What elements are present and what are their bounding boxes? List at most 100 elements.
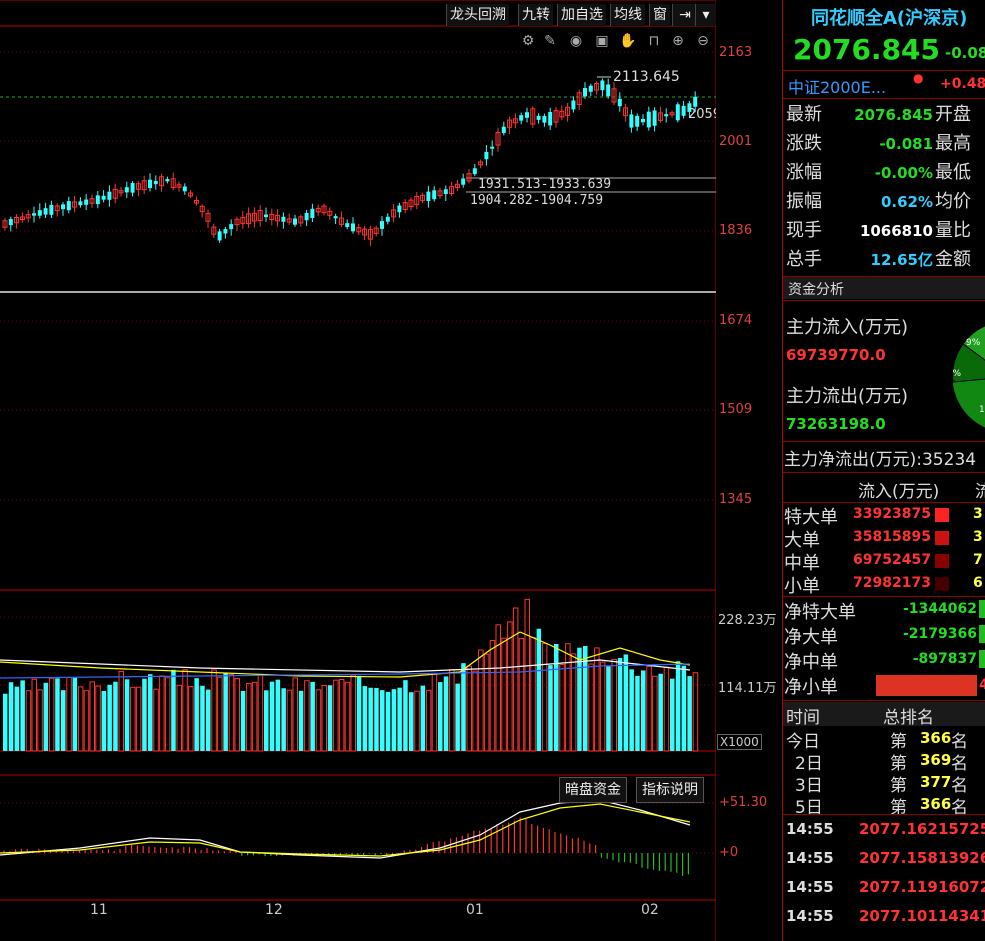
indicator-help-button[interactable]: 指标说明 — [636, 777, 704, 803]
volume-bar — [118, 670, 124, 752]
price-axis-label: 1345 — [719, 492, 753, 507]
candle-body — [37, 210, 42, 216]
candle-body — [223, 229, 228, 234]
dropdown-arrow-icon[interactable]: ▾ — [695, 4, 716, 26]
volume-bar — [420, 685, 426, 751]
volume-bar — [641, 670, 646, 751]
volume-bar — [681, 665, 687, 751]
volume-bar — [228, 673, 235, 752]
kline-chart-area[interactable]: 龙头回溯 九转 加自选 均线 窗 ⇥ ▾ ⚙ ✎ ◉ ▣ ✋ ⊓ ⊕ ⊖ 211… — [0, 0, 716, 941]
volume-bar — [194, 678, 199, 751]
candle-body — [8, 219, 13, 226]
net-label: 净特大单 — [784, 602, 856, 623]
volume-bar — [240, 690, 246, 751]
hand-icon[interactable]: ✋ — [619, 32, 637, 50]
stat-value: -0.081 — [879, 135, 933, 153]
btn-ma-line[interactable]: 均线 — [610, 4, 645, 26]
btn-longtou[interactable]: 龙头回溯 — [446, 4, 509, 26]
volume-bar — [264, 690, 269, 751]
volume-bar — [321, 684, 327, 752]
candle-body — [43, 208, 48, 215]
candle-body — [148, 179, 152, 189]
volume-bar — [292, 677, 298, 752]
volume-bar — [565, 643, 571, 752]
price-axis: 2163 2001 1836 1674 1509 1345 228.23万 11… — [716, 0, 780, 941]
volume-bar — [8, 682, 14, 751]
tick-time: 14:55 — [786, 849, 834, 867]
indicator-axis-label: +0 — [719, 845, 739, 860]
volume-bar — [518, 637, 525, 752]
rank-header-time: 时间 — [786, 708, 820, 728]
dark-fund-button[interactable]: 暗盘资金 — [559, 777, 627, 803]
volume-bar — [251, 681, 258, 752]
net-bar — [979, 650, 985, 668]
candle-body — [380, 221, 384, 229]
volume-bar — [275, 679, 281, 751]
right-annotation: 2059 — [688, 107, 716, 122]
volume-bar — [286, 689, 293, 752]
volume-bar — [652, 675, 658, 752]
volume-bar — [55, 678, 60, 751]
candle-body — [182, 186, 187, 192]
sub-index-link[interactable]: 中证2000E... — [788, 74, 886, 98]
btn-window[interactable]: 窗 — [649, 4, 670, 26]
gear-icon[interactable]: ⚙ — [519, 32, 537, 50]
volume-bar — [159, 675, 165, 752]
volume-bar — [507, 621, 513, 752]
eye-icon[interactable]: ◉ — [567, 32, 585, 50]
volume-multiplier[interactable]: X1000 — [717, 734, 762, 750]
outflow-label: 主力流出(万元) — [786, 386, 909, 407]
volume-bar — [391, 689, 397, 751]
flow-bar — [935, 508, 949, 522]
volume-bar — [397, 687, 402, 751]
btn-jiuzhuan[interactable]: 九转 — [518, 4, 553, 26]
btn-add-favorite[interactable]: 加自选 — [557, 4, 606, 26]
volume-bar — [304, 680, 310, 752]
export-icon[interactable]: ⇥ — [672, 4, 697, 26]
candle-body — [606, 84, 611, 97]
lock-icon[interactable]: ▣ — [593, 32, 611, 50]
stat-value: 2076.845 — [854, 106, 933, 124]
volume-bar — [182, 669, 188, 752]
candle-body — [345, 223, 350, 227]
volume-bar — [298, 690, 304, 751]
stat-right-label: 最低 — [935, 162, 971, 183]
volume-bar — [14, 686, 20, 751]
candle-body — [61, 204, 65, 210]
volume-bar — [629, 669, 634, 751]
candle-body — [484, 151, 489, 160]
rank-number: 377 — [920, 773, 952, 791]
candle-body — [130, 183, 135, 193]
net-label: 净大单 — [784, 627, 838, 648]
net-label: 净小单 — [784, 677, 838, 698]
zoom-out-icon[interactable]: ⊖ — [694, 32, 712, 50]
stat-label: 涨幅 — [786, 162, 822, 183]
candle-body — [385, 216, 390, 222]
inflow-label: 主力流入(万元) — [786, 317, 909, 338]
padlock-icon[interactable]: ⊓ — [645, 32, 663, 50]
pen-icon[interactable]: ✎ — [541, 32, 559, 50]
net-outflow-label: 主力净流出(万元):35234 — [784, 450, 977, 470]
volume-bar — [48, 677, 55, 752]
volume-bar — [176, 684, 182, 752]
tick-volume: 16072 — [938, 878, 985, 896]
volume-bar — [188, 686, 194, 752]
volume-bar — [142, 678, 147, 751]
volume-bar — [310, 681, 315, 751]
candle-body — [107, 191, 112, 200]
volume-bar — [374, 687, 379, 751]
stat-right-label: 开盘 — [935, 104, 971, 125]
volume-bar — [61, 690, 66, 751]
volume-bar — [362, 686, 368, 751]
volume-bar — [524, 598, 530, 752]
candle-body — [432, 190, 437, 200]
stat-label: 涨跌 — [786, 133, 822, 154]
volume-bar — [541, 642, 548, 752]
candle-body — [293, 218, 297, 225]
volume-bar — [658, 673, 663, 751]
volume-bar — [107, 684, 112, 751]
zoom-in-icon[interactable]: ⊕ — [669, 32, 687, 50]
candle-body — [617, 98, 622, 107]
volume-bar — [403, 680, 408, 751]
stat-right-label: 均价 — [935, 191, 971, 212]
